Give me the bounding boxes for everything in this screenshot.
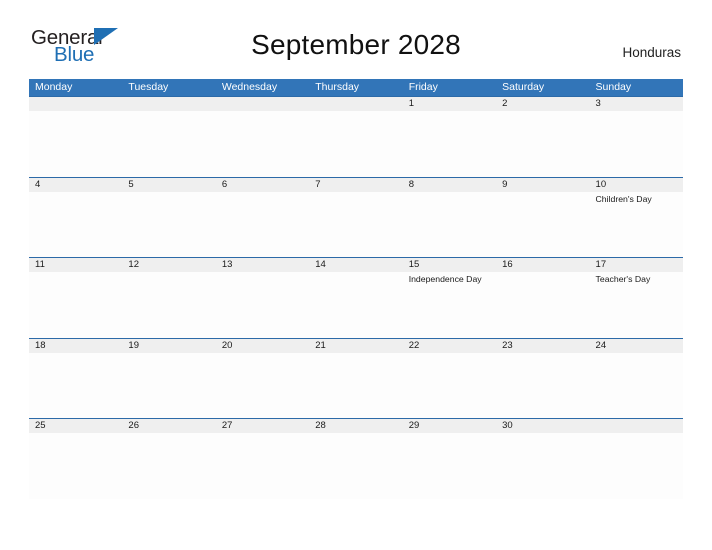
weekday-header-tuesday: Tuesday [128,81,169,93]
day-event[interactable] [216,111,309,177]
day-event[interactable] [29,353,122,419]
day-event[interactable] [309,272,402,338]
day-event[interactable] [122,353,215,419]
day-event[interactable] [309,433,402,499]
day-number[interactable] [122,97,215,111]
day-event[interactable] [122,272,215,338]
day-event[interactable] [496,272,589,338]
day-event[interactable] [29,433,122,499]
country-label: Honduras [622,45,681,60]
day-number[interactable]: 27 [216,419,309,433]
day-event[interactable] [590,433,683,499]
day-event[interactable]: Independence Day [403,272,496,338]
day-event[interactable] [216,192,309,258]
day-event[interactable] [216,433,309,499]
week-row: 25 26 27 28 29 30 [29,418,683,499]
day-number[interactable]: 16 [496,258,589,272]
day-number[interactable]: 14 [309,258,402,272]
day-event[interactable] [403,353,496,419]
day-event[interactable] [29,111,122,177]
day-number[interactable]: 5 [122,178,215,192]
week-date-band: 25 26 27 28 29 30 [29,419,683,433]
day-number[interactable]: 1 [403,97,496,111]
week-row: 18 19 20 21 22 23 24 [29,337,683,419]
day-number[interactable]: 13 [216,258,309,272]
day-event[interactable] [29,272,122,338]
week-event-band: Independence Day Teacher's Day [29,272,683,338]
day-number[interactable]: 8 [403,178,496,192]
page-title: September 2028 [251,29,461,60]
weekday-header-friday: Friday [408,81,438,93]
day-event[interactable]: Children's Day [590,192,683,258]
day-event[interactable] [309,192,402,258]
day-event[interactable] [216,272,309,338]
calendar-grid: Monday Tuesday Wednesday Thursday Friday… [29,79,683,499]
day-number[interactable]: 6 [216,178,309,192]
day-number[interactable]: 21 [309,339,402,353]
week-date-band: 18 19 20 21 22 23 24 [29,338,683,353]
weekday-header-monday: Monday [35,81,73,93]
day-event[interactable] [403,192,496,258]
day-event[interactable] [309,111,402,177]
day-event[interactable] [496,433,589,499]
day-number[interactable]: 29 [403,419,496,433]
week-date-band: 1 2 3 [29,97,683,111]
day-number[interactable] [216,97,309,111]
day-event[interactable] [29,192,122,258]
day-number[interactable]: 24 [590,339,683,353]
day-number[interactable]: 30 [496,419,589,433]
day-number[interactable]: 12 [122,258,215,272]
week-row: 1 2 3 [29,96,683,177]
day-number[interactable]: 9 [496,178,589,192]
weekday-header-sunday: Sunday [595,81,632,93]
day-event[interactable] [309,353,402,419]
day-number[interactable]: 25 [29,419,122,433]
week-event-band [29,352,683,419]
week-row: 4 5 6 7 8 9 10 Children's Day [29,176,683,258]
day-event[interactable] [403,111,496,177]
day-number[interactable]: 19 [122,339,215,353]
day-event[interactable] [122,192,215,258]
day-number[interactable]: 2 [496,97,589,111]
calendar-page: General Blue September 2028 Honduras Mon… [0,0,712,550]
day-number[interactable] [590,419,683,433]
day-number[interactable]: 11 [29,258,122,272]
weekday-header-thursday: Thursday [315,81,360,93]
week-event-band [29,433,683,499]
day-event[interactable] [122,433,215,499]
day-number[interactable]: 15 [403,258,496,272]
day-number[interactable]: 23 [496,339,589,353]
day-number[interactable]: 7 [309,178,402,192]
day-event[interactable] [216,353,309,419]
week-event-band: Children's Day [29,191,683,258]
day-number[interactable]: 18 [29,339,122,353]
day-number[interactable]: 20 [216,339,309,353]
weekday-header-saturday: Saturday [502,81,545,93]
weekday-header-row: Monday Tuesday Wednesday Thursday Friday… [29,79,683,96]
week-date-band: 11 12 13 14 15 16 17 [29,258,683,272]
day-number[interactable]: 10 [590,178,683,192]
day-event[interactable] [496,192,589,258]
day-number[interactable] [29,97,122,111]
day-event[interactable] [496,111,589,177]
day-event[interactable] [590,111,683,177]
week-event-band [29,111,683,177]
day-number[interactable]: 4 [29,178,122,192]
week-row: 11 12 13 14 15 16 17 Independence Day Te… [29,257,683,338]
day-event[interactable] [403,433,496,499]
day-event[interactable] [496,353,589,419]
day-event[interactable] [590,353,683,419]
page-header: General Blue September 2028 Honduras [0,0,712,64]
day-number[interactable] [309,97,402,111]
day-number[interactable]: 26 [122,419,215,433]
week-date-band: 4 5 6 7 8 9 10 [29,177,683,192]
day-number[interactable]: 3 [590,97,683,111]
day-event[interactable] [122,111,215,177]
day-number[interactable]: 22 [403,339,496,353]
weekday-header-wednesday: Wednesday [221,81,278,93]
day-number[interactable]: 28 [309,419,402,433]
day-number[interactable]: 17 [590,258,683,272]
day-event[interactable]: Teacher's Day [590,272,683,338]
